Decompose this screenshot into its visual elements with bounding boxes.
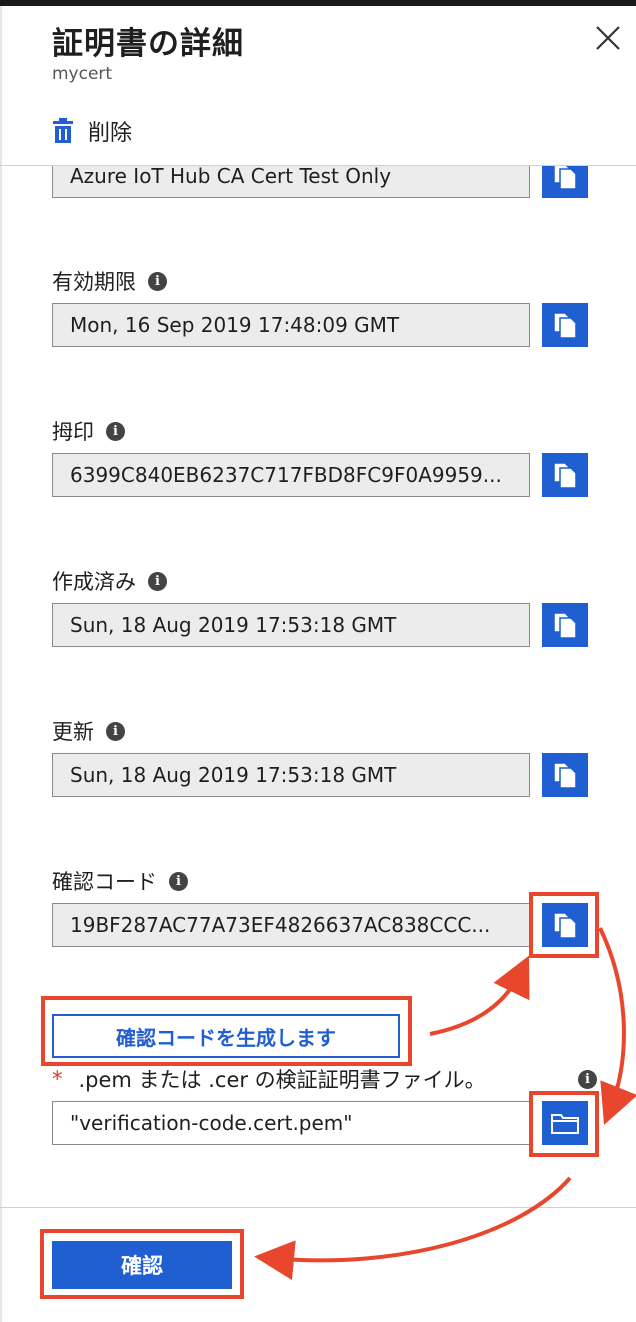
annotation-arrows [254, 927, 636, 1281]
arrow-generate-to-copy [429, 955, 530, 1036]
arrow-browse-to-confirm [254, 1176, 572, 1281]
arrow-copy-to-browse [598, 927, 636, 1125]
